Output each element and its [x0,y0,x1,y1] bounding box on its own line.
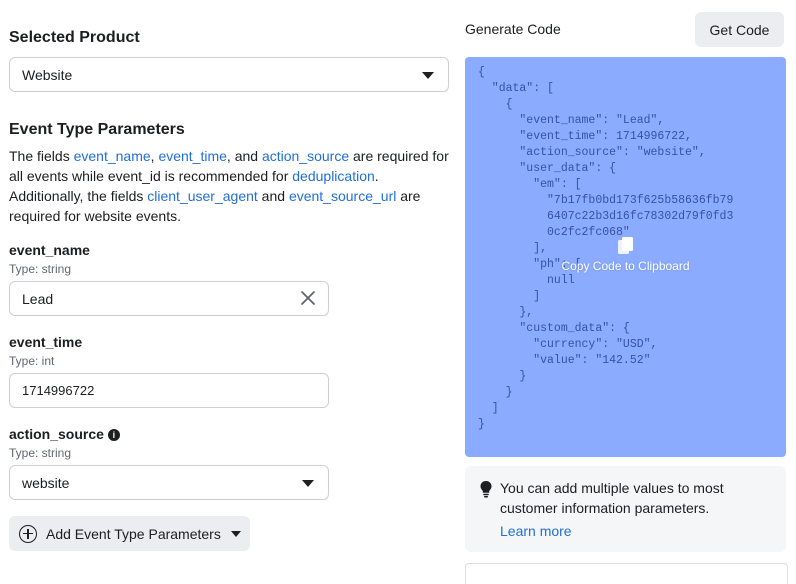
event-name-type: Type: string [9,262,72,276]
chevron-down-icon [302,479,314,487]
copy-icon [617,237,633,254]
get-code-button[interactable]: Get Code [695,12,784,47]
event-time-link[interactable]: event_time [158,148,226,164]
product-select-value: Website [22,66,73,83]
action-source-label-row: action_source i [9,426,120,442]
plus-circle-icon [19,524,37,543]
generate-code-title: Generate Code [465,21,561,37]
action-source-link[interactable]: action_source [262,148,349,164]
selected-product-title: Selected Product [9,29,140,46]
event-params-description: The fields event_name, event_time, and a… [9,146,449,226]
client-user-agent-link[interactable]: client_user_agent [147,188,258,204]
desc-text: , and [226,148,262,164]
event-name-input[interactable] [9,281,329,316]
event-time-input[interactable] [9,373,329,408]
event-setup-panel: Selected Product Website Event Type Para… [0,0,460,574]
info-icon[interactable]: i [107,429,120,442]
desc-text: The fields [9,148,74,164]
product-select[interactable]: Website [9,57,449,92]
add-event-params-label: Add Event Type Parameters [46,525,221,542]
chevron-down-icon [230,530,241,537]
tip-box: You can add multiple values to most cust… [465,466,786,552]
event-name-label: event_name [9,242,90,258]
action-source-type: Type: string [9,446,72,460]
code-preview[interactable]: { "data": [ { "event_name": "Lead", "eve… [465,57,786,457]
add-event-params-button[interactable]: Add Event Type Parameters [9,516,250,551]
action-source-label: action_source [9,426,104,442]
deduplication-link[interactable]: deduplication [292,168,375,184]
event-time-label: event_time [9,334,83,350]
chevron-down-icon [422,71,434,79]
copy-to-clipboard-button[interactable]: Copy Code to Clipboard [465,235,786,273]
lightbulb-icon [480,481,492,498]
action-source-value: website [22,474,70,491]
event-source-url-link[interactable]: event_source_url [289,188,396,204]
event-params-title: Event Type Parameters [9,121,185,138]
learn-more-link[interactable]: Learn more [500,523,572,539]
event-time-type: Type: int [9,354,55,368]
clear-icon[interactable] [298,288,318,308]
copy-label: Copy Code to Clipboard [561,259,690,273]
desc-text: and [257,188,289,204]
event-name-link[interactable]: event_name [74,148,151,164]
action-source-select[interactable]: website [9,465,329,500]
tip-text: You can add multiple values to most cust… [500,480,724,516]
